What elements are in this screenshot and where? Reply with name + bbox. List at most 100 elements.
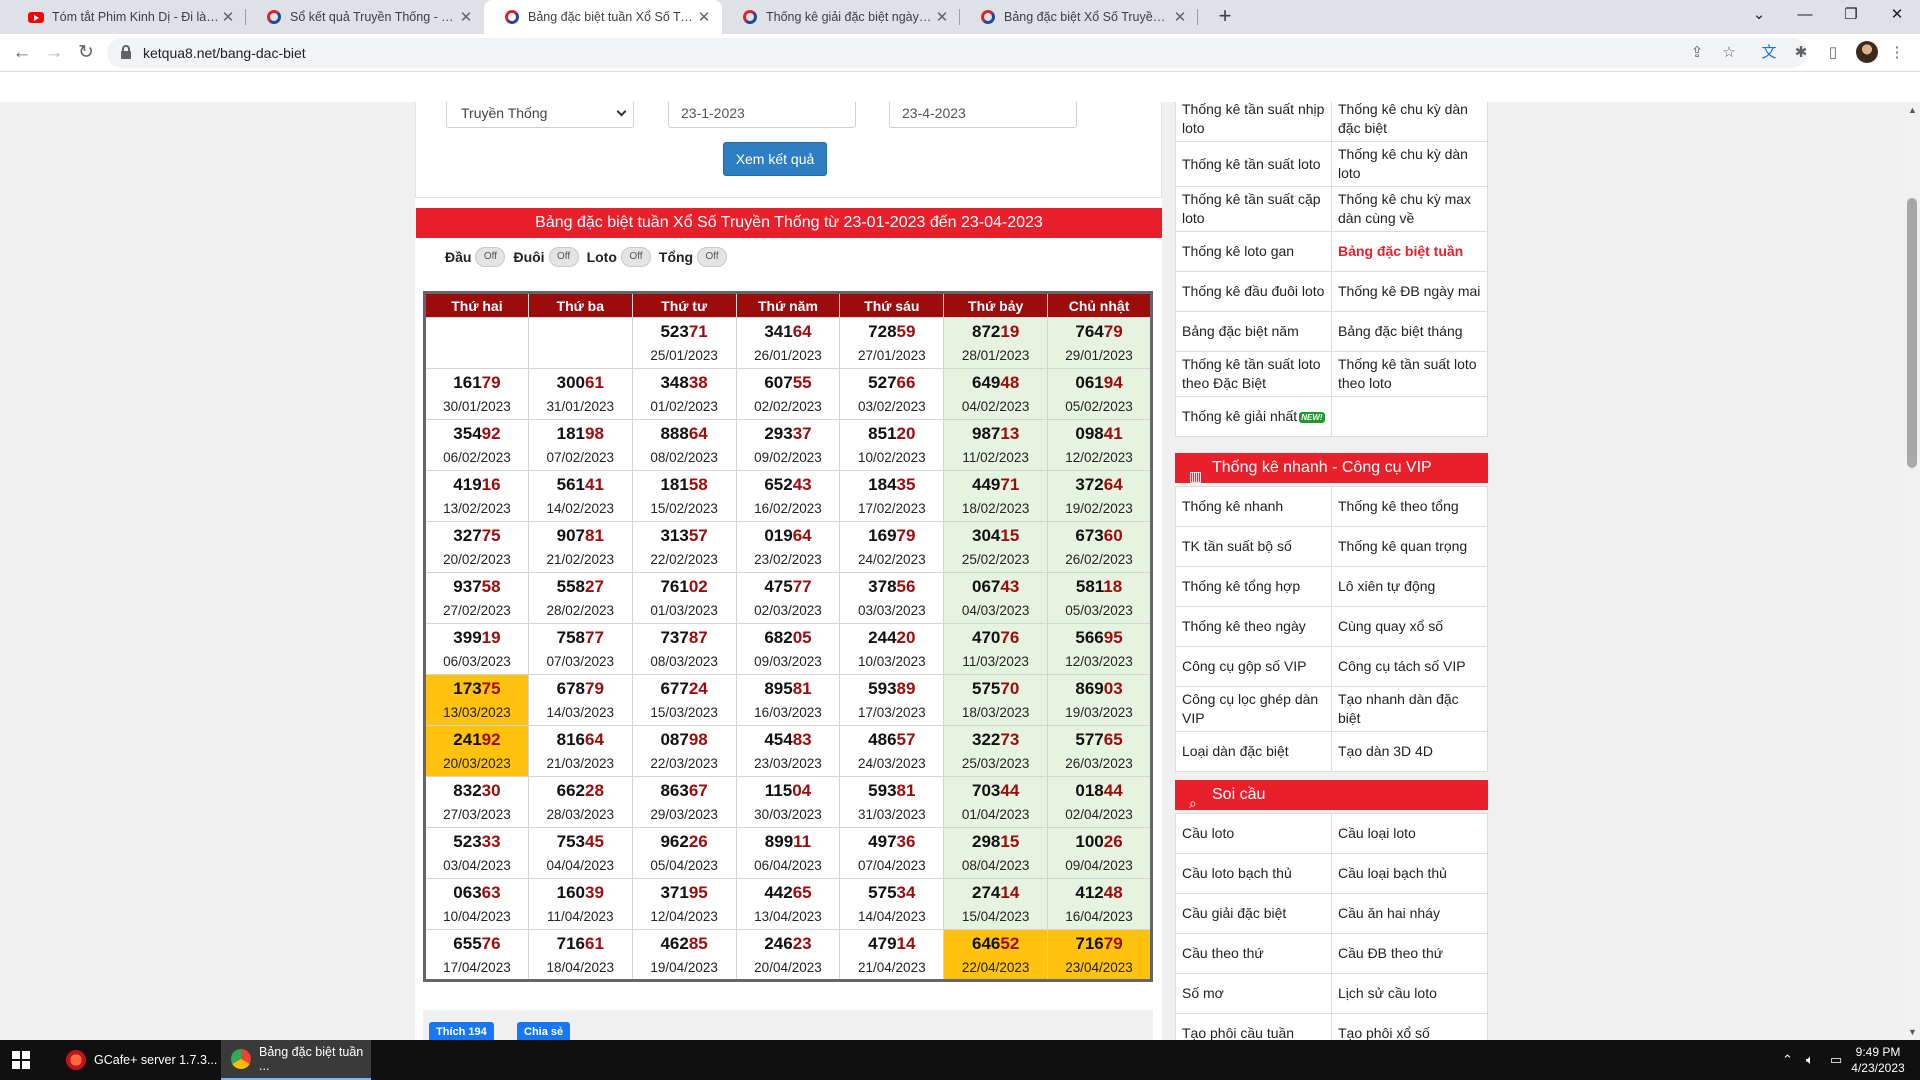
weekday-header: Thứ hai (424, 292, 529, 318)
translate-icon[interactable]: 文 (1758, 42, 1780, 64)
page-scrollbar[interactable]: ▲ ▼ (1904, 102, 1920, 1040)
taskbar-clock[interactable]: 9:49 PM 4/23/2023 (1846, 1044, 1910, 1076)
forward-arrow-icon[interactable]: → (40, 39, 68, 67)
browser-tab-4[interactable]: Thống kê giải đặc biệt ngày hôm ✕ (722, 0, 960, 34)
toggle-duoi[interactable]: Off (548, 247, 579, 267)
sidebar-link[interactable]: Lô xiên tự động (1331, 566, 1488, 607)
sidebar-link[interactable]: Thống kê tần suất nhịp loto (1175, 102, 1332, 142)
sidebar-link[interactable]: Số mơ (1175, 973, 1332, 1014)
windows-start-icon[interactable] (12, 1051, 30, 1069)
browser-tab-5[interactable]: Bảng đặc biệt Xổ Số Truyền Thống ✕ (960, 0, 1198, 34)
sidebar-link[interactable]: Thống kê theo ngày (1175, 606, 1332, 647)
extensions-puzzle-icon[interactable]: ✱ (1790, 42, 1812, 64)
sidebar-link[interactable]: Thống kê tần suất cặp loto (1175, 186, 1332, 232)
prize-number-tail: 76 (481, 933, 501, 953)
tab-search-icon[interactable]: ⌄ (1736, 0, 1782, 30)
sidebar-link[interactable]: Cầu loại loto (1331, 813, 1488, 854)
minimize-button[interactable]: — (1782, 0, 1828, 30)
sidebar-link[interactable]: Thống kê tổng hợp (1175, 566, 1332, 607)
sidebar-link[interactable]: Tạo phôi xổ số (1331, 1013, 1488, 1040)
lottery-type-select[interactable]: Truyền Thống (446, 102, 634, 128)
menu-kebab-icon[interactable]: ⋮ (1886, 42, 1908, 64)
sidebar-link[interactable]: Công cụ tách số VIP (1331, 646, 1488, 687)
sidebar-link[interactable]: Loại dàn đặc biệt (1175, 731, 1332, 772)
scroll-down-icon[interactable]: ▼ (1908, 1027, 1917, 1037)
sidebar-link[interactable]: Thống kê đầu đuôi loto (1175, 271, 1332, 312)
sidebar-link[interactable]: Thống kê tần suất loto theo loto (1331, 351, 1488, 397)
sidebar-link[interactable]: Thống kê tần suất loto (1175, 141, 1332, 187)
prize-number-head: 371 (660, 883, 689, 902)
prize-number: 89581 (737, 678, 840, 700)
prize-number-head: 063 (453, 883, 482, 902)
sidebar-link[interactable]: Thống kê quan trọng (1331, 526, 1488, 567)
sidebar-link[interactable]: Công cụ lọc ghép dàn VIP (1175, 686, 1332, 732)
restore-button[interactable]: ❐ (1828, 0, 1874, 30)
sidebar-link[interactable]: Tạo dàn 3D 4D (1331, 731, 1488, 772)
close-tab-icon[interactable]: ✕ (220, 8, 236, 26)
sidebar-link[interactable]: Lịch sử cầu loto (1331, 973, 1488, 1014)
prize-number-head: 678 (556, 679, 585, 698)
close-tab-icon[interactable]: ✕ (1172, 8, 1188, 26)
facebook-like-button[interactable]: Thích 194 (429, 1022, 494, 1040)
close-tab-icon[interactable]: ✕ (458, 8, 474, 26)
side-panel-icon[interactable]: ▯ (1822, 42, 1844, 64)
speaker-icon[interactable]: 🔈︎ (1806, 1052, 1814, 1068)
sidebar-link[interactable]: Thống kê chu kỳ dàn đặc biệt (1331, 102, 1488, 142)
taskbar-app-chrome[interactable]: Bảng đặc biệt tuần ... (221, 1040, 371, 1080)
close-tab-icon[interactable]: ✕ (696, 8, 712, 26)
sidebar-link[interactable]: Thống kê ĐB ngày mai (1331, 271, 1488, 312)
browser-tab-3[interactable]: Bảng đặc biệt tuần Xổ Số Truyền ✕ (484, 0, 722, 34)
prize-number-tail: 41 (585, 475, 604, 494)
sidebar-link[interactable]: Cầu ĐB theo thứ (1331, 933, 1488, 974)
sidebar-link[interactable]: Cầu loto (1175, 813, 1332, 854)
facebook-share-button[interactable]: Chia sẻ (517, 1022, 571, 1040)
sidebar-link[interactable]: Thống kê chu kỳ dàn loto (1331, 141, 1488, 187)
sidebar-link[interactable]: Cầu theo thứ (1175, 933, 1332, 974)
prize-number-tail: 81 (792, 679, 812, 698)
date-to-input[interactable]: 23-4-2023 (889, 102, 1077, 128)
share-icon[interactable]: ⇪ (1686, 42, 1708, 64)
close-window-button[interactable]: ✕ (1874, 0, 1920, 30)
taskbar-app-gcafe[interactable]: GCafe+ server 1.7.3... (56, 1040, 221, 1080)
sidebar-link[interactable]: Cầu giải đặc biệt (1175, 893, 1332, 934)
sidebar-link[interactable]: Tạo nhanh dàn đặc biệt (1331, 686, 1488, 732)
sidebar-link[interactable]: Thống kê theo tổng (1331, 486, 1488, 527)
sidebar-link[interactable]: Cầu ăn hai nháy (1331, 893, 1488, 934)
network-icon[interactable]: ▭ (1830, 1052, 1842, 1068)
sidebar-link[interactable]: Tạo phôi cầu tuần (1175, 1013, 1332, 1040)
toggle-tong[interactable]: Off (697, 247, 728, 267)
sidebar-link[interactable]: Bảng đặc biệt tháng (1331, 311, 1488, 352)
prize-number-tail: 79 (585, 679, 604, 698)
sidebar-link[interactable]: Thống kê nhanh (1175, 486, 1332, 527)
close-tab-icon[interactable]: ✕ (934, 8, 950, 26)
prize-number: 52333 (426, 831, 528, 853)
sidebar-link[interactable]: Thống kê loto gan (1175, 231, 1332, 272)
avatar[interactable] (1856, 41, 1878, 63)
toggle-dau[interactable]: Off (475, 247, 506, 267)
sidebar-link[interactable]: Cầu loto bạch thủ (1175, 853, 1332, 894)
view-results-button[interactable]: Xem kết quả (723, 142, 827, 176)
prize-number-head: 593 (868, 679, 897, 698)
scroll-up-icon[interactable]: ▲ (1908, 105, 1917, 115)
toggle-loto[interactable]: Off (620, 247, 651, 267)
sidebar-link[interactable]: Bảng đặc biệt tuần (1331, 231, 1488, 272)
sidebar-link[interactable]: Cùng quay xổ số (1331, 606, 1488, 647)
sidebar-link[interactable]: Thống kê tần suất loto theo Đặc Biệt (1175, 351, 1332, 397)
back-arrow-icon[interactable]: ← (8, 39, 36, 67)
reload-icon[interactable]: ↻ (72, 39, 100, 67)
tray-chevron-up-icon[interactable]: ⌃ (1782, 1052, 1793, 1068)
browser-tab-1[interactable]: Tóm tắt Phim Kinh Dị - Đi làm SẢ ✕ (8, 0, 246, 34)
sidebar-link[interactable]: Bảng đặc biệt năm (1175, 311, 1332, 352)
bookmark-star-icon[interactable]: ☆ (1718, 42, 1740, 64)
sidebar-link[interactable]: TK tần suất bộ số (1175, 526, 1332, 567)
sidebar-link[interactable]: Cầu loại bạch thủ (1331, 853, 1488, 894)
address-bar[interactable]: ketqua8.net/bang-dac-biet (107, 38, 1807, 68)
scrollbar-thumb[interactable] (1907, 198, 1917, 468)
browser-tab-2[interactable]: Sổ kết quả Truyền Thống - Tổng ✕ (246, 0, 484, 34)
sidebar-link[interactable]: Công cụ gộp số VIP (1175, 646, 1332, 687)
sidebar-link[interactable]: Thống kê chu kỳ max dàn cùng về (1331, 186, 1488, 232)
sidebar-link[interactable]: Thống kê giải nhất NEW! (1175, 396, 1332, 437)
date-from-input[interactable]: 23-1-2023 (668, 102, 856, 128)
new-tab-button[interactable]: + (1212, 4, 1238, 30)
ketqua-icon (266, 9, 282, 25)
